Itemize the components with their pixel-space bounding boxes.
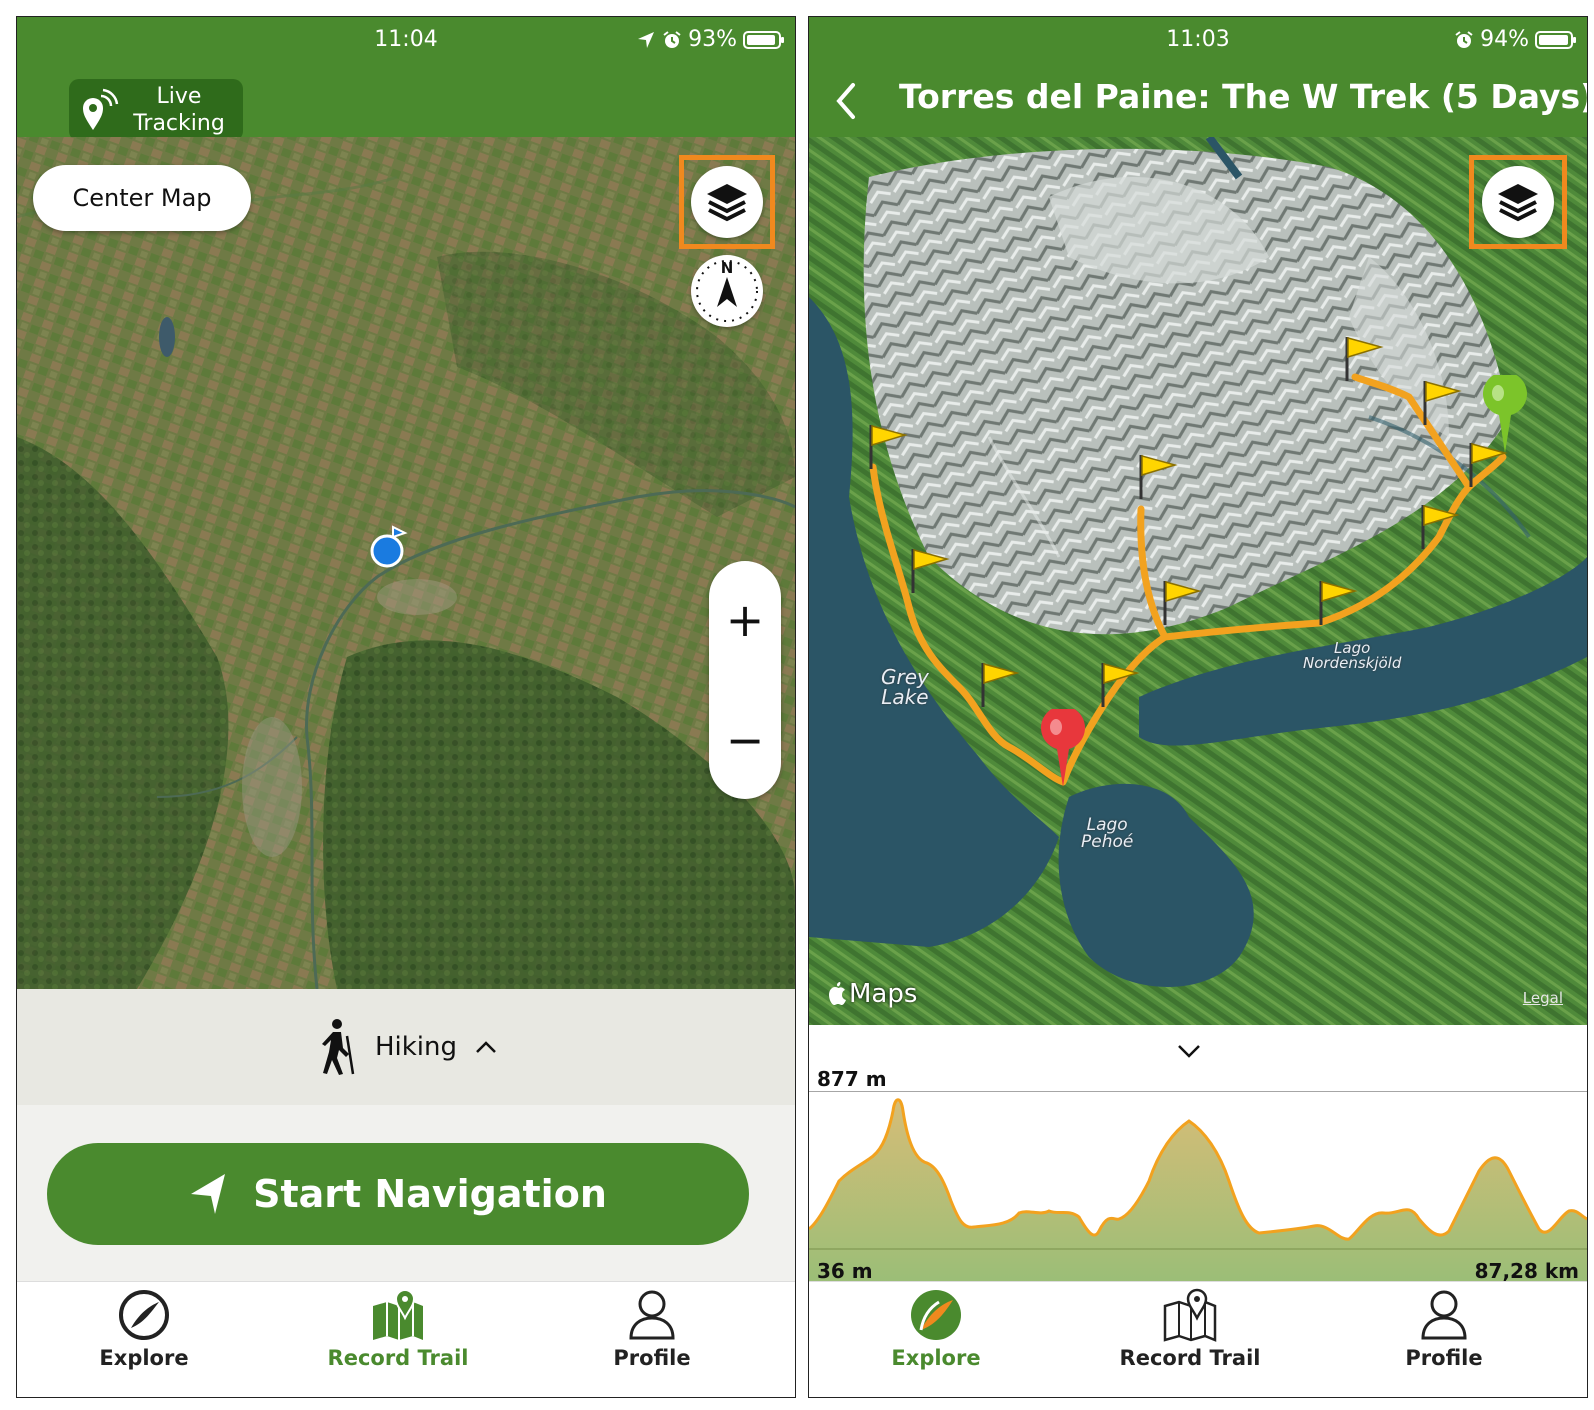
elevation-chart (809, 1091, 1587, 1281)
navigation-arrow-icon (191, 1174, 226, 1214)
tab-bar: Explore Record Trail Profile (17, 1281, 795, 1397)
waypoint-flag-icon (1163, 581, 1202, 625)
map-view[interactable]: Grey Lake Lago Pehoé Lago Nordenskjöld M… (809, 137, 1587, 1025)
activity-mode-label: Hiking (374, 1032, 458, 1062)
tab-bar: Explore Record Trail Profile (809, 1281, 1587, 1397)
waypoint-flag-icon (1423, 381, 1462, 425)
alarm-icon (1455, 30, 1473, 48)
elevation-min-label: 36 m (817, 1259, 873, 1283)
tab-explore[interactable]: Explore (44, 1288, 244, 1370)
start-navigation-area: Start Navigation (17, 1105, 795, 1281)
current-location-marker (370, 525, 408, 568)
record-trail-icon (1163, 1288, 1217, 1342)
battery-icon (1535, 30, 1576, 49)
waypoint-flag-icon (1319, 581, 1358, 625)
lake-label-grey: Grey Lake (881, 665, 929, 709)
elevation-profile[interactable]: 877 m 36 m 87,28 km (809, 1025, 1587, 1283)
start-navigation-button[interactable]: Start Navigation (47, 1143, 749, 1245)
tab-explore-label: Explore (891, 1346, 981, 1370)
chevron-up-icon (476, 1041, 496, 1053)
waypoint-flag-icon (869, 425, 908, 469)
tab-profile[interactable]: Profile (1344, 1288, 1544, 1370)
tab-profile-label: Profile (613, 1346, 691, 1370)
map-layers-button[interactable] (691, 166, 763, 238)
phone-screen-right: 11:03 94% Torres del Paine: The W Trek (… (808, 16, 1588, 1398)
waypoint-flag-icon (911, 549, 950, 593)
zoom-in-button[interactable]: + (709, 597, 781, 643)
activity-mode-selector[interactable]: Hiking (17, 989, 795, 1105)
start-navigation-label: Start Navigation (253, 1172, 607, 1216)
start-pin-icon (1483, 375, 1527, 453)
waypoint-flag-icon (1421, 505, 1460, 549)
nav-bar: Torres del Paine: The W Trek (5 Days) (809, 65, 1587, 137)
center-map-button[interactable]: Center Map (33, 165, 251, 231)
lake-label-pehoe: Lago Pehoé (1081, 815, 1134, 852)
tab-explore-label: Explore (99, 1346, 189, 1370)
hiking-icon (321, 1019, 355, 1075)
zoom-out-button[interactable]: − (709, 717, 781, 763)
trail-title: Torres del Paine: The W Trek (5 Days) (899, 77, 1588, 116)
apple-logo-icon (829, 982, 846, 1005)
alarm-icon (663, 30, 681, 48)
map-view[interactable]: Center Map N + − (17, 137, 795, 989)
tab-explore[interactable]: Explore (836, 1288, 1036, 1370)
tab-record-trail[interactable]: Record Trail (1090, 1288, 1290, 1370)
end-pin-icon (1041, 709, 1085, 787)
waypoint-flag-icon (1345, 337, 1384, 381)
profile-icon (1421, 1290, 1467, 1340)
battery-icon (743, 30, 784, 49)
apple-maps-logo: Maps (827, 979, 917, 1009)
waypoint-flag-icon (981, 663, 1020, 707)
layers-icon (1498, 184, 1538, 222)
battery-percent: 93% (688, 27, 737, 52)
live-location-pin-icon (83, 88, 119, 130)
tab-record-trail[interactable]: Record Trail (298, 1288, 498, 1370)
location-arrow-icon (638, 31, 655, 48)
compass-north-label: N (721, 259, 734, 277)
zoom-controls: + − (709, 561, 781, 799)
waypoint-flag-icon (1101, 663, 1140, 707)
tab-record-trail-label: Record Trail (1119, 1346, 1261, 1370)
phone-screen-left: 11:04 93% Live Tracking Center Map N + −… (16, 16, 796, 1398)
tab-profile-label: Profile (1405, 1346, 1483, 1370)
legal-link[interactable]: Legal (1523, 989, 1563, 1007)
layers-icon (707, 184, 747, 222)
live-tracking-label: Live Tracking (133, 84, 225, 136)
compass-button[interactable]: N (691, 255, 763, 327)
tab-profile[interactable]: Profile (552, 1288, 752, 1370)
status-bar: 11:03 94% (809, 17, 1587, 65)
battery-percent: 94% (1480, 27, 1529, 52)
trail-distance-label: 87,28 km (1474, 1259, 1579, 1283)
compass-icon: N (696, 259, 758, 322)
waypoint-flag-icon (1139, 455, 1178, 499)
live-tracking-button[interactable]: Live Tracking (69, 79, 243, 141)
tab-record-trail-label: Record Trail (327, 1346, 469, 1370)
explore-icon (119, 1290, 169, 1340)
record-trail-icon (373, 1288, 423, 1340)
status-bar: 11:04 93% (17, 17, 795, 65)
elevation-max-label: 877 m (817, 1067, 887, 1091)
nav-bar: Live Tracking (17, 65, 795, 141)
chevron-down-icon[interactable] (1177, 1043, 1201, 1059)
lake-label-nordenskjold: Lago Nordenskjöld (1303, 639, 1402, 672)
explore-icon (911, 1290, 961, 1340)
profile-icon (629, 1290, 675, 1340)
back-chevron-icon[interactable] (831, 81, 863, 121)
apple-maps-label: Maps (849, 979, 918, 1009)
map-layers-button[interactable] (1482, 166, 1554, 238)
